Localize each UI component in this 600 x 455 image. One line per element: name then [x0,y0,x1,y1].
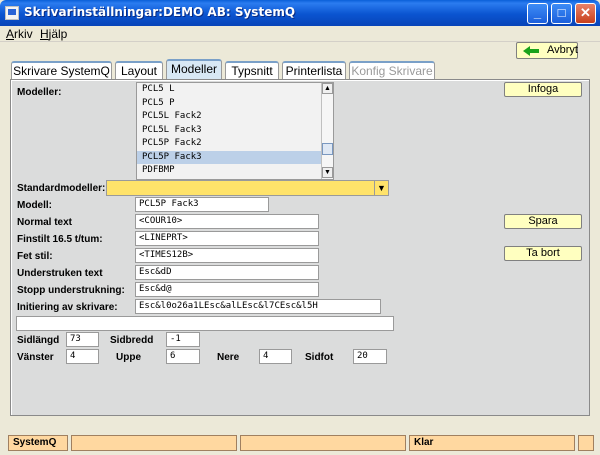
uppe-label: Uppe [116,352,141,363]
nere-label: Nere [217,352,240,363]
status-app: SystemQ [8,435,68,451]
scroll-thumb[interactable] [322,143,333,155]
menu-bar: Arkiv Hjälp [0,26,600,42]
initiering-label: Initiering av skrivare: [17,302,118,313]
fet-stil-label: Fet stil: [17,251,53,262]
vanster-field[interactable]: 4 [66,349,99,364]
nere-field[interactable]: 4 [259,349,292,364]
extra-init-field[interactable] [16,316,394,331]
modeller-label: Modeller: [17,87,62,98]
finstilt-label: Finstilt 16.5 t/tum: [17,234,103,245]
list-scrollbar[interactable]: ▲ ▼ [321,83,333,179]
tab-layout[interactable]: Layout [115,61,163,79]
list-item[interactable]: PCL5 P [137,97,333,111]
menu-arkiv[interactable]: Arkiv [6,27,33,41]
maximize-button[interactable]: □ [551,3,572,24]
spara-button[interactable]: Spara [504,214,582,229]
window-title: Skrivarinställningar:DEMO AB: SystemQ [24,5,296,19]
scroll-down-icon[interactable]: ▼ [322,167,333,178]
status-segment-5 [578,435,594,451]
status-segment-2 [71,435,237,451]
sidfot-label: Sidfot [305,352,334,363]
list-item-selected[interactable]: PCL5P Fack3 [137,150,333,164]
avbryt-label: Avbryt [547,44,578,56]
list-item[interactable]: PCL5L Fack3 [137,124,333,138]
understruken-label: Understruken text [17,268,103,279]
tab-skrivare-systemq[interactable]: Skrivare SystemQ [11,61,112,79]
list-item[interactable]: PCL5L Fack2 [137,110,333,124]
sidbredd-label: Sidbredd [110,335,154,346]
app-icon [5,6,19,20]
initiering-field[interactable]: Esc&l0o26a1LEsc&alLEsc&l7CEsc&l5H [135,299,381,314]
back-arrow-icon [523,46,539,56]
avbryt-button[interactable]: Avbryt [516,42,578,59]
tab-modeller[interactable]: Modeller [166,59,222,79]
stopp-field[interactable]: Esc&d@ [135,282,319,297]
sidlangd-label: Sidlängd [17,335,60,346]
chevron-down-icon[interactable]: ▼ [374,180,389,196]
status-state: Klar [409,435,575,451]
fet-stil-field[interactable]: <TIMES12B> [135,248,319,263]
sidlangd-field[interactable]: 73 [66,332,99,347]
minimize-button[interactable]: _ [527,3,548,24]
understruken-field[interactable]: Esc&dD [135,265,319,280]
infoga-button[interactable]: Infoga [504,82,582,97]
sidbredd-field[interactable]: -1 [166,332,200,347]
status-segment-3 [240,435,406,451]
tab-konfig-skrivare: Konfig Skrivare [349,61,435,79]
tab-printerlista[interactable]: Printerlista [282,61,346,79]
list-item[interactable]: PDFBMP [137,164,333,178]
sidfot-field[interactable]: 20 [353,349,387,364]
finstilt-field[interactable]: <LINEPRT> [135,231,319,246]
ta-bort-button[interactable]: Ta bort [504,246,582,261]
uppe-field[interactable]: 6 [166,349,200,364]
modell-field[interactable]: PCL5P Fack3 [135,197,269,212]
list-item[interactable]: PCL5P Fack2 [137,137,333,151]
normal-text-label: Normal text [17,217,73,228]
list-item[interactable]: PCL5 L [137,83,333,97]
menu-hjalp[interactable]: Hjälp [40,27,67,41]
modeller-panel: Modeller: PCL5 L PCL5 P PCL5L Fack2 PCL5… [10,79,590,416]
standardmodeller-combo[interactable]: ▼ [106,180,389,196]
title-bar: Skrivarinställningar:DEMO AB: SystemQ _ … [0,0,600,26]
normal-text-field[interactable]: <COUR10> [135,214,319,229]
stopp-label: Stopp understrukning: [17,285,125,296]
tab-typsnitt[interactable]: Typsnitt [225,61,279,79]
close-button[interactable]: ✕ [575,3,596,24]
scroll-up-icon[interactable]: ▲ [322,83,333,94]
vanster-label: Vänster [17,352,54,363]
standardmodeller-label: Standardmodeller: [17,183,106,194]
modell-label: Modell: [17,200,52,211]
modeller-list[interactable]: PCL5 L PCL5 P PCL5L Fack2 PCL5L Fack3 PC… [136,82,334,180]
